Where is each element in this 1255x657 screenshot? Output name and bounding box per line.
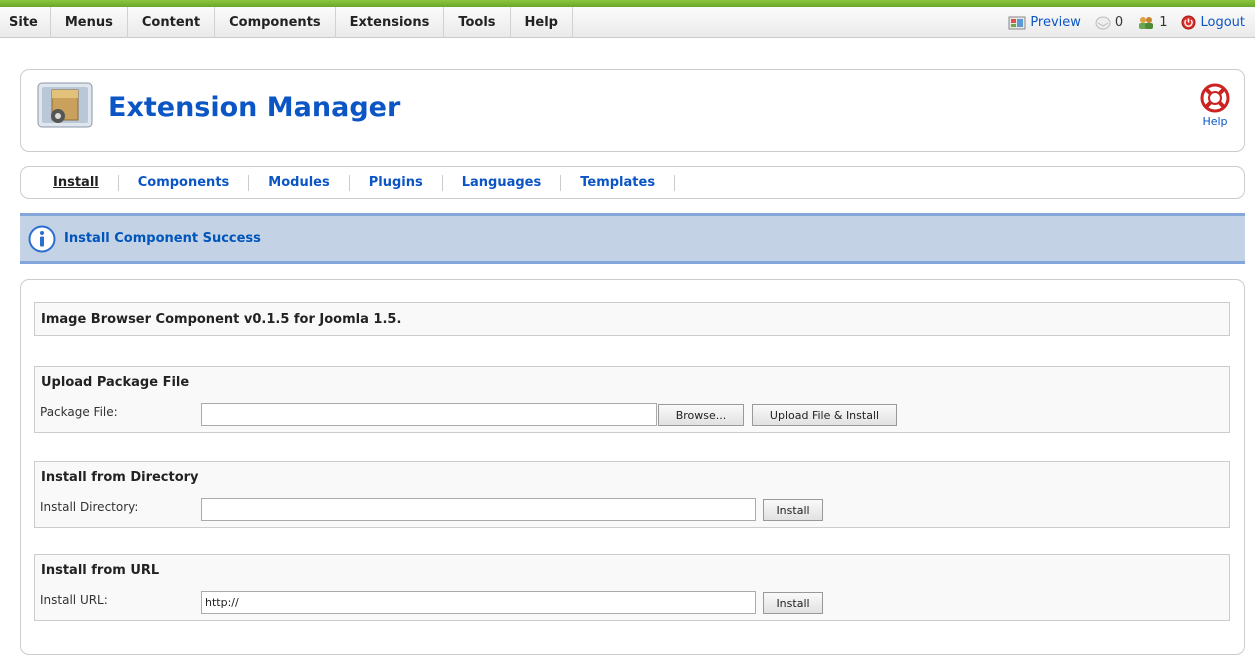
page-title: Extension Manager [108, 92, 401, 123]
install-result: Image Browser Component v0.1.5 for Jooml… [34, 302, 1230, 336]
install-directory-label: Install Directory: [40, 500, 139, 514]
system-message: Install Component Success [20, 213, 1245, 264]
tab-templates[interactable]: Templates [561, 174, 676, 191]
install-url-input[interactable] [201, 591, 756, 614]
preview-icon [1008, 16, 1026, 29]
help-button[interactable]: Help [1198, 83, 1232, 128]
upload-fieldset: Upload Package File Package File: Browse… [34, 366, 1230, 433]
url-fieldset: Install from URL Install URL: Install [34, 554, 1230, 621]
users-count: 1 [1159, 15, 1168, 30]
menu-tools[interactable]: Tools [444, 7, 511, 38]
logout-label: Logout [1200, 15, 1245, 30]
menu-content[interactable]: Content [128, 7, 216, 38]
tab-install[interactable]: Install [41, 174, 119, 191]
install-content: Image Browser Component v0.1.5 for Jooml… [20, 279, 1245, 655]
tab-languages[interactable]: Languages [443, 174, 562, 191]
help-label: Help [1202, 115, 1228, 128]
tab-components[interactable]: Components [119, 174, 250, 191]
install-url-button[interactable]: Install [763, 592, 823, 614]
users-indicator[interactable]: 1 [1137, 15, 1167, 30]
admin-menubar: Site Menus Content Components Extensions… [0, 7, 1255, 38]
browse-button[interactable]: Browse... [658, 404, 744, 426]
preview-label: Preview [1030, 15, 1081, 30]
menu-extensions[interactable]: Extensions [336, 7, 445, 38]
info-icon [28, 225, 56, 252]
menu-help[interactable]: Help [511, 7, 573, 38]
top-accent-stripe [0, 0, 1255, 7]
logout-link[interactable]: Logout [1181, 15, 1245, 30]
directory-fieldset: Install from Directory Install Directory… [34, 461, 1230, 528]
directory-legend: Install from Directory [41, 470, 199, 485]
url-legend: Install from URL [41, 563, 160, 578]
tab-plugins[interactable]: Plugins [350, 174, 443, 191]
lifebuoy-icon [1200, 83, 1230, 113]
install-directory-button[interactable]: Install [763, 499, 823, 521]
package-file-label: Package File: [40, 405, 118, 419]
users-icon [1139, 16, 1154, 29]
submenu-list: Install Components Modules Plugins Langu… [21, 167, 1244, 198]
menu-menus[interactable]: Menus [51, 7, 128, 38]
package-file-input[interactable] [201, 403, 657, 426]
messages-count: 0 [1114, 15, 1124, 30]
menu-components[interactable]: Components [215, 7, 336, 38]
extension-manager-icon [37, 82, 93, 128]
header-toolbar: Extension Manager Help [20, 69, 1245, 152]
upload-install-button[interactable]: Upload File & Install [752, 404, 897, 426]
message-text: Install Component Success [64, 231, 261, 246]
submenu-bar: Install Components Modules Plugins Langu… [20, 166, 1245, 199]
messages-indicator[interactable]: 0 [1095, 15, 1123, 30]
upload-legend: Upload Package File [41, 375, 190, 390]
install-directory-input[interactable] [201, 498, 756, 521]
tab-modules[interactable]: Modules [249, 174, 350, 191]
messages-icon [1095, 16, 1111, 29]
status-bar: Preview 0 1 Logout [994, 7, 1245, 38]
install-url-label: Install URL: [40, 593, 108, 607]
preview-link[interactable]: Preview [1008, 15, 1081, 30]
logout-icon [1181, 15, 1196, 30]
menu-site[interactable]: Site [0, 7, 51, 38]
